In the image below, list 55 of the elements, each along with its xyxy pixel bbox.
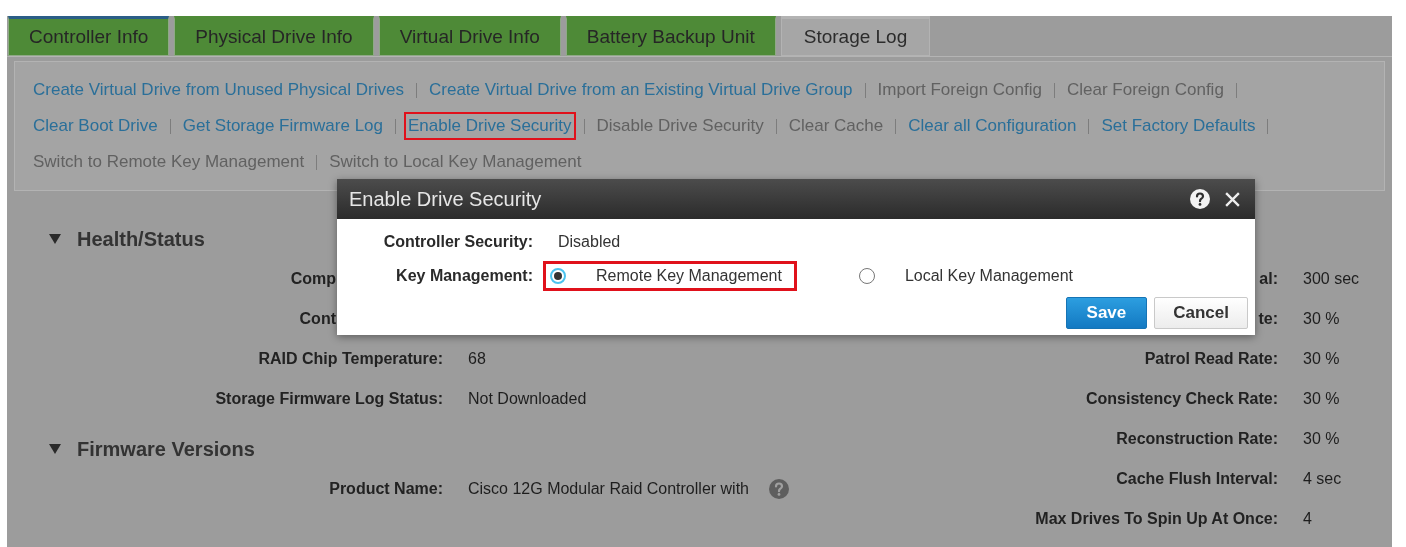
setting-value: 300 sec [1303,270,1361,288]
field-label: Controller Security: [382,233,533,251]
close-icon[interactable] [1224,190,1241,208]
field-label: Comp [290,270,336,287]
action-link[interactable]: Clear all Configuration [904,112,1081,140]
field-value: Not Downloaded [468,390,587,408]
field-label: Product Name: [329,480,443,497]
tab[interactable]: Virtual Drive Info [378,16,561,56]
setting-label: Patrol Read Rate: [1144,350,1278,368]
setting-value: 30 % [1303,310,1341,328]
action-link[interactable]: Get Storage Firmware Log [178,112,388,140]
field-label: Key Management: [395,267,533,285]
setting-value: 4 sec [1303,470,1343,488]
setting-value: 30 % [1303,390,1341,408]
section-title: Health/Status [77,227,205,251]
action-link[interactable]: Clear Foreign Config [1063,76,1228,104]
cancel-button[interactable]: Cancel [1154,297,1248,329]
action-link[interactable]: Switch to Remote Key Management [29,148,309,176]
setting-label: al: [1259,270,1278,288]
setting-label: Max Drives To Spin Up At Once: [1035,510,1278,528]
field-label: RAID Chip Temperature: [258,350,443,367]
tab[interactable]: Physical Drive Info [174,16,374,56]
radio-icon[interactable] [550,268,566,284]
section-title: Firmware Versions [77,437,255,461]
field-label: Cont [299,310,336,327]
setting-label: te: [1258,310,1278,328]
action-link[interactable]: Clear Boot Drive [29,112,162,140]
field-value: Disabled [558,233,621,251]
setting-label: Reconstruction Rate: [1116,430,1278,448]
action-link[interactable]: Create Virtual Drive from Unused Physical Drives [29,76,408,104]
triangle-icon[interactable] [49,444,61,454]
setting-value: 30 % [1303,430,1341,448]
field-label: Storage Firmware Log Status: [215,390,443,407]
dialog-title: Enable Drive Security [349,187,543,211]
radio-icon[interactable] [858,268,875,284]
setting-value: 4 [1303,510,1313,528]
action-link[interactable]: Switch to Local Key Management [325,148,586,176]
field-value: Cisco 12G Modular Raid Controller with [468,480,749,498]
setting-value: 30 % [1303,350,1341,368]
action-link[interactable]: Set Factory Defaults [1097,112,1260,140]
action-link[interactable]: Import Foreign Config [873,76,1046,104]
tab[interactable]: Controller Info [8,16,170,56]
action-link[interactable]: Create Virtual Drive from an Existing Virtual Drive Group [425,76,857,104]
setting-label: Consistency Check Rate: [1085,390,1278,408]
field-value: 68 [468,350,486,368]
tab[interactable]: Battery Backup Unit [565,16,776,56]
action-link[interactable]: Disable Drive Security [592,112,768,140]
action-link[interactable]: Clear Cache [784,112,888,140]
radio-option[interactable]: Local Key Management [851,261,1088,291]
radio-option[interactable]: Remote Key Management [543,261,797,291]
help-icon[interactable] [1190,189,1210,209]
triangle-icon[interactable] [49,234,61,244]
save-button[interactable]: Save [1065,297,1148,329]
action-link[interactable]: Enable Drive Security [404,112,576,140]
setting-label: Cache Flush Interval: [1116,470,1278,488]
